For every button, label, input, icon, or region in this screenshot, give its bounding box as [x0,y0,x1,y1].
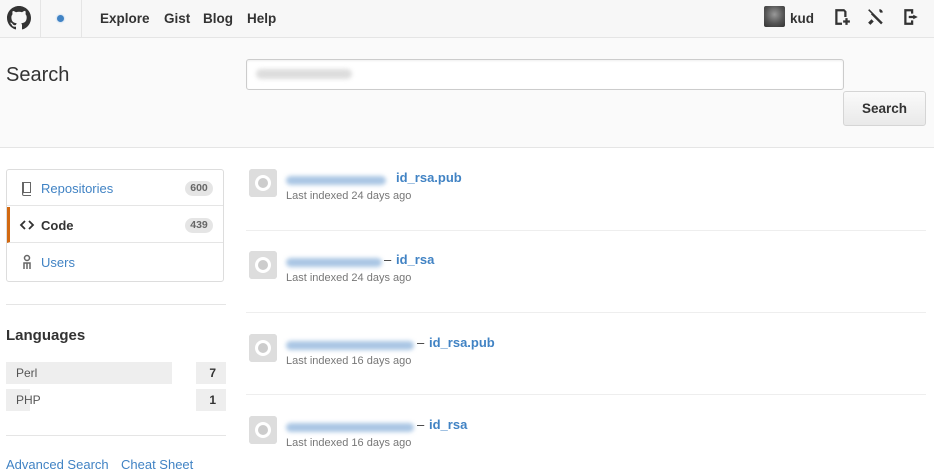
result-item: id_rsa.pub Last indexed 24 days ago [246,169,926,229]
language-name: PHP [16,393,41,407]
divider [81,0,82,38]
search-type-filter: Repositories 600 Code 439 Users [6,169,224,282]
count-badge: 439 [185,218,213,233]
result-item: – id_rsa Last indexed 24 days ago [246,251,926,311]
result-file-link[interactable]: id_rsa [429,417,467,432]
result-file-link[interactable]: id_rsa [396,252,434,267]
divider [6,435,226,436]
redacted-repo-link[interactable] [286,341,414,350]
language-name: Perl [16,366,38,380]
search-button[interactable]: Search [843,91,926,126]
nav-gist-link[interactable]: Gist [164,11,190,26]
cheat-sheet-link[interactable]: Cheat Sheet [121,457,193,472]
result-file-link[interactable]: id_rsa.pub [396,170,462,185]
language-row-php[interactable]: PHP 1 [6,389,226,411]
sign-out-icon[interactable] [902,8,920,26]
divider [246,230,926,231]
redacted-repo-link[interactable] [286,258,382,267]
octocat-avatar-icon[interactable] [249,334,277,362]
person-icon [23,254,31,269]
filter-users[interactable]: Users [7,244,223,280]
page-title: Search [6,64,70,86]
result-item: – id_rsa.pub Last indexed 16 days ago [246,334,926,394]
octocat-avatar-icon[interactable] [249,416,277,444]
result-indexed-time: Last indexed 16 days ago [286,437,412,449]
notifications-button[interactable] [41,0,81,38]
result-separator: – [384,252,392,267]
filter-label: Users [41,255,75,270]
octocat-avatar-icon[interactable] [249,251,277,279]
divider [6,304,226,305]
divider [246,312,926,313]
result-item: – id_rsa Last indexed 16 days ago [246,416,926,476]
nav-blog-link[interactable]: Blog [203,11,233,26]
language-row-perl[interactable]: Perl 7 [6,362,226,384]
result-indexed-time: Last indexed 16 days ago [286,355,412,367]
result-file-link[interactable]: id_rsa.pub [429,335,495,350]
count-badge: 600 [185,181,213,196]
divider [246,394,926,395]
result-separator: – [417,335,425,350]
username-link[interactable]: kud [790,11,814,26]
top-bar: Explore Gist Blog Help kud [0,0,934,38]
new-repo-icon[interactable] [833,8,851,26]
language-count: 7 [196,362,226,384]
filter-code[interactable]: Code 439 [7,207,223,243]
nav-explore-link[interactable]: Explore [100,11,150,26]
languages-heading: Languages [6,327,86,344]
avatar[interactable] [764,6,785,27]
nav-help-link[interactable]: Help [247,11,276,26]
advanced-search-link[interactable]: Advanced Search [6,457,109,472]
book-icon [22,182,31,196]
settings-tools-icon[interactable] [867,8,885,26]
notification-dot-icon [57,15,64,22]
octocat-avatar-icon[interactable] [249,169,277,197]
redacted-repo-link[interactable] [286,423,414,432]
github-logo-icon[interactable] [7,6,31,30]
redacted-repo-link[interactable] [286,176,386,185]
language-count: 1 [196,389,226,411]
result-indexed-time: Last indexed 24 days ago [286,190,412,202]
result-separator: – [417,417,425,432]
redacted-query [256,69,352,79]
filter-repositories[interactable]: Repositories 600 [7,170,223,206]
code-icon [19,220,35,230]
result-indexed-time: Last indexed 24 days ago [286,272,412,284]
search-header: Search Search [0,38,934,148]
filter-label: Code [41,218,74,233]
filter-label: Repositories [41,181,114,196]
